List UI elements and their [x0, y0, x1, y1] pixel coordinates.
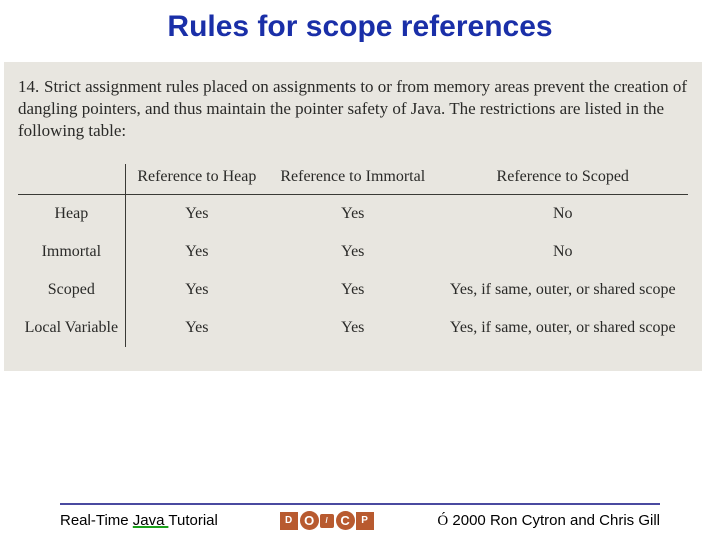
- row-label: Immortal: [18, 233, 125, 271]
- copyright-text: 2000 Ron Cytron and Chris Gill: [448, 512, 660, 529]
- table-header: Reference to Immortal: [268, 164, 437, 195]
- footer-rule: [60, 503, 660, 505]
- table-row: Scoped Yes Yes Yes, if same, outer, or s…: [18, 271, 688, 309]
- tutorial-link[interactable]: Java: [133, 512, 169, 529]
- row-label: Heap: [18, 195, 125, 234]
- tutorial-suffix: Tutorial: [168, 512, 217, 529]
- copyright: Ó 2000 Ron Cytron and Chris Gill: [437, 512, 660, 530]
- footer-row: Real-Time Java Tutorial D O / C P Ó 2000…: [0, 511, 720, 530]
- valcell: Yes: [268, 195, 437, 234]
- row-label: Scoped: [18, 271, 125, 309]
- tutorial-title: Real-Time Java Tutorial: [60, 512, 218, 529]
- slide: Rules for scope references 14.Strict ass…: [0, 0, 720, 540]
- tutorial-prefix: Real-Time: [60, 512, 133, 529]
- rule-paragraph: 14.Strict assignment rules placed on ass…: [18, 76, 688, 142]
- slide-title: Rules for scope references: [0, 10, 720, 44]
- table-row: Immortal Yes Yes No: [18, 233, 688, 271]
- valcell: No: [438, 195, 689, 234]
- valcell: Yes: [268, 271, 437, 309]
- valcell: Yes: [125, 233, 268, 271]
- reference-table: Reference to Heap Reference to Immortal …: [18, 164, 688, 347]
- valcell: Yes, if same, outer, or shared scope: [438, 309, 689, 347]
- valcell: Yes: [268, 233, 437, 271]
- table-header-blank: [18, 164, 125, 195]
- valcell: Yes, if same, outer, or shared scope: [438, 271, 689, 309]
- row-label: Local Variable: [18, 309, 125, 347]
- valcell: Yes: [125, 309, 268, 347]
- logo-letter-o-icon: O: [300, 511, 319, 530]
- footer: Real-Time Java Tutorial D O / C P Ó 2000…: [0, 503, 720, 530]
- table-header: Reference to Heap: [125, 164, 268, 195]
- logo-letter-c-icon: C: [336, 511, 355, 530]
- doc-logo: D O / C P: [280, 511, 376, 530]
- scanned-content: 14.Strict assignment rules placed on ass…: [4, 62, 702, 371]
- table-row: Local Variable Yes Yes Yes, if same, out…: [18, 309, 688, 347]
- copyright-symbol: Ó: [437, 513, 448, 529]
- table-header-row: Reference to Heap Reference to Immortal …: [18, 164, 688, 195]
- table-header: Reference to Scoped: [438, 164, 689, 195]
- valcell: Yes: [268, 309, 437, 347]
- valcell: Yes: [125, 195, 268, 234]
- paragraph-text: Strict assignment rules placed on assign…: [18, 77, 687, 140]
- valcell: Yes: [125, 271, 268, 309]
- item-number: 14.: [18, 76, 44, 98]
- logo-slash-icon: /: [320, 514, 334, 528]
- valcell: No: [438, 233, 689, 271]
- logo-letter-p-icon: P: [356, 512, 374, 530]
- logo-letter-d-icon: D: [280, 512, 298, 530]
- table-row: Heap Yes Yes No: [18, 195, 688, 234]
